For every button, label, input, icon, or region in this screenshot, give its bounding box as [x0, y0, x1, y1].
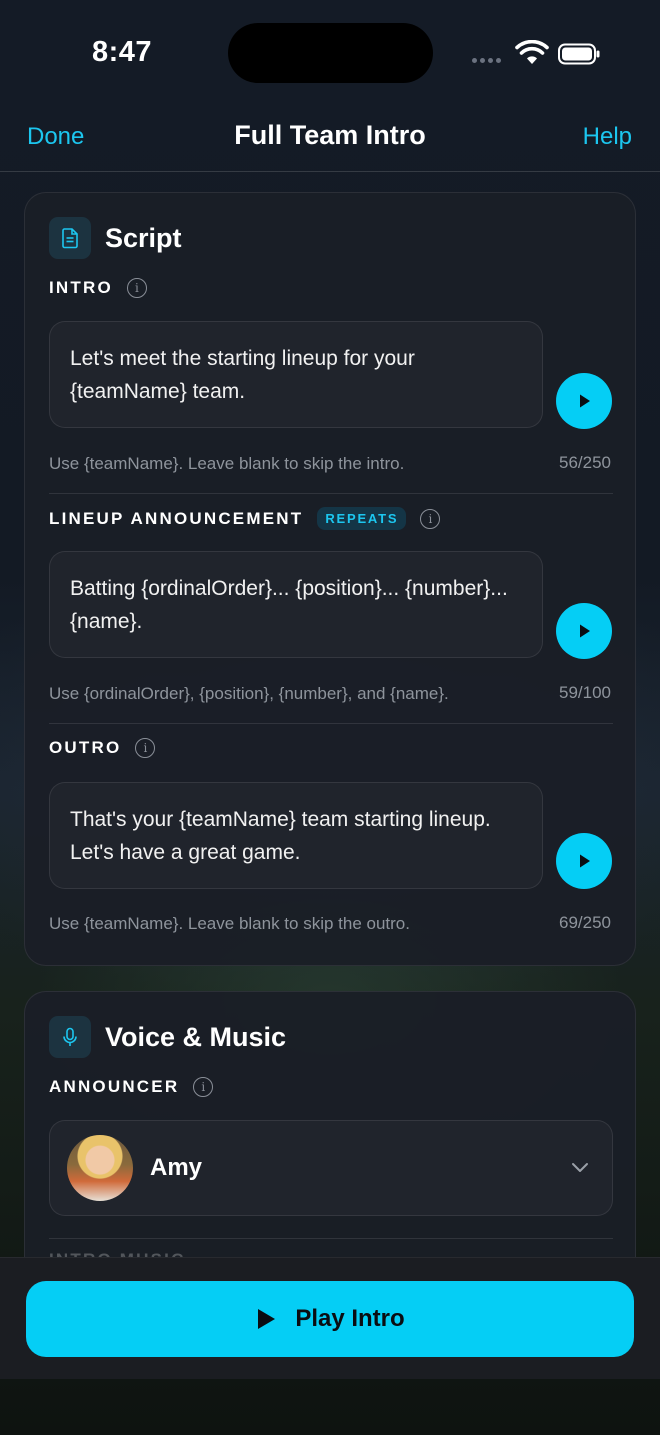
divider	[49, 1238, 613, 1239]
lineup-text-field[interactable]: Batting {ordinalOrder}... {position}... …	[49, 551, 543, 658]
script-card: Script INTRO i Let's meet the starting l…	[24, 192, 636, 966]
info-icon[interactable]: i	[126, 278, 147, 298]
announcer-name: Amy	[150, 1154, 203, 1181]
lineup-char-counter: 59/100	[559, 683, 611, 702]
announcer-avatar	[67, 1135, 133, 1201]
announcer-label-row: ANNOUNCER i	[49, 1077, 214, 1097]
info-icon[interactable]: i	[135, 738, 156, 758]
repeats-badge: REPEATS	[317, 507, 407, 530]
divider	[49, 723, 613, 724]
microphone-icon	[49, 1016, 91, 1058]
document-icon	[49, 217, 91, 259]
outro-play-button[interactable]	[556, 833, 612, 889]
outro-char-counter: 69/250	[559, 913, 611, 932]
outro-text-field[interactable]: That's your {teamName} team starting lin…	[49, 782, 543, 889]
cellular-signal-icon	[472, 58, 501, 63]
intro-label-row: INTRO i	[49, 278, 147, 298]
status-bar: 8:47	[0, 0, 660, 100]
intro-hint: Use {teamName}. Leave blank to skip the …	[49, 454, 405, 473]
info-icon[interactable]: i	[420, 508, 441, 529]
play-icon	[580, 624, 590, 638]
wifi-icon	[515, 40, 549, 64]
play-icon	[258, 1309, 276, 1329]
play-intro-button[interactable]: Play Intro	[26, 1281, 634, 1357]
outro-label: OUTRO	[49, 738, 122, 757]
announcer-label: ANNOUNCER	[49, 1077, 180, 1096]
info-icon[interactable]: i	[193, 1077, 214, 1097]
play-intro-label: Play Intro	[295, 1305, 405, 1332]
voice-card-title: Voice & Music	[105, 1021, 287, 1052]
lineup-label-row: LINEUP ANNOUNCEMENT REPEATS i	[49, 507, 441, 530]
script-card-header: Script	[49, 217, 182, 259]
status-time: 8:47	[92, 36, 153, 68]
bottom-action-bar: Play Intro	[0, 1257, 660, 1379]
intro-text-field[interactable]: Let's meet the starting lineup for your …	[49, 321, 543, 428]
page-title: Full Team Intro	[234, 120, 426, 150]
intro-play-button[interactable]	[556, 373, 612, 429]
intro-char-counter: 56/250	[559, 453, 611, 472]
lineup-play-button[interactable]	[556, 603, 612, 659]
voice-card-header: Voice & Music	[49, 1016, 286, 1058]
divider	[49, 493, 613, 494]
chevron-down-icon	[572, 1163, 588, 1172]
intro-label: INTRO	[49, 278, 113, 297]
navigation-bar: Done Full Team Intro Help	[0, 100, 660, 172]
battery-icon	[558, 43, 600, 65]
lineup-hint: Use {ordinalOrder}, {position}, {number}…	[49, 684, 449, 703]
outro-label-row: OUTRO i	[49, 738, 156, 758]
announcer-select[interactable]: Amy	[49, 1120, 613, 1216]
script-card-title: Script	[105, 222, 182, 253]
play-icon	[580, 394, 590, 408]
dynamic-island	[228, 23, 433, 83]
play-icon	[580, 854, 590, 868]
outro-hint: Use {teamName}. Leave blank to skip the …	[49, 914, 410, 933]
help-button[interactable]: Help	[583, 123, 632, 151]
lineup-label: LINEUP ANNOUNCEMENT	[49, 508, 304, 528]
